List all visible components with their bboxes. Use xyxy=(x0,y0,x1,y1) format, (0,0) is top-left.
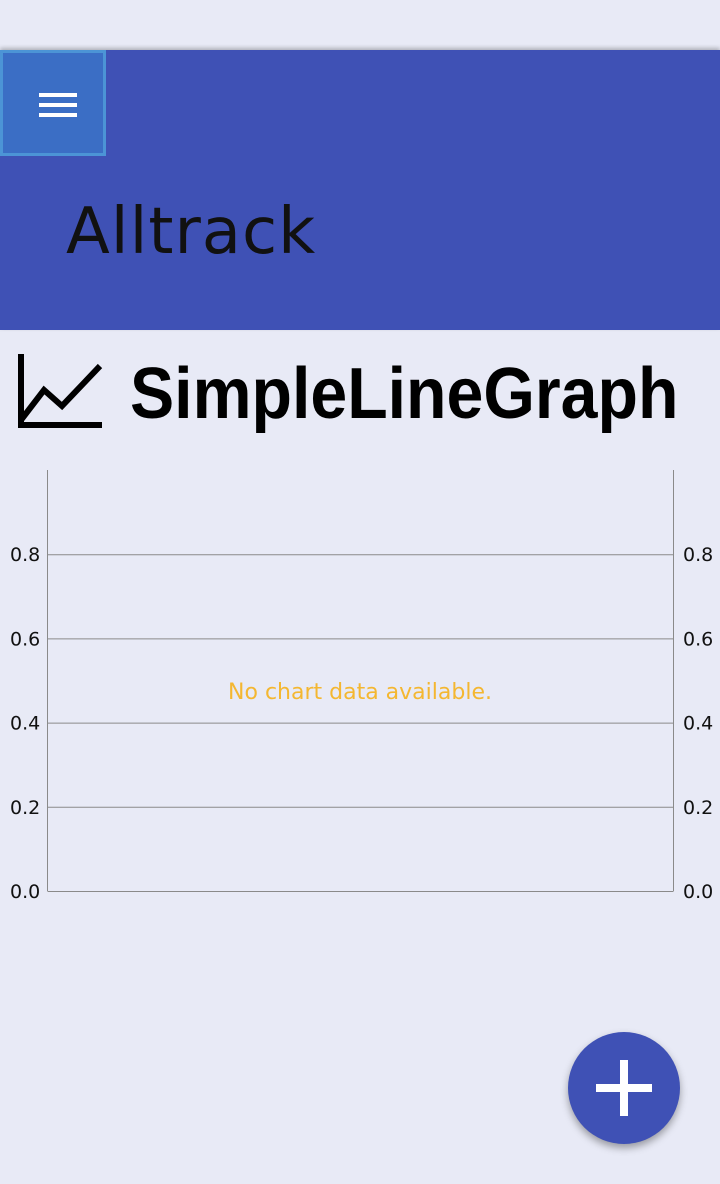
y-tick-label-left: 0.0 xyxy=(10,881,40,903)
no-data-message: No chart data available. xyxy=(228,680,492,705)
left-tick-labels: 0.0 0.2 0.4 0.6 0.8 xyxy=(10,544,40,903)
line-chart: 0.0 0.2 0.4 0.6 0.8 0.0 0.2 0.4 0.6 0.8 No chart… xyxy=(10,470,713,903)
y-tick-label-left: 0.4 xyxy=(10,713,40,735)
y-tick-label-left: 0.8 xyxy=(10,544,40,566)
graph-header: SimpleLineGraph xyxy=(16,348,716,448)
app-bar: Alltrack xyxy=(0,50,720,330)
line-chart-icon xyxy=(18,354,103,428)
y-tick-label-left: 0.2 xyxy=(10,797,40,819)
y-tick-label-right: 0.8 xyxy=(683,544,713,566)
graph-title: SimpleLineGraph xyxy=(130,354,679,434)
app-title: Alltrack xyxy=(66,195,317,269)
y-tick-label-right: 0.6 xyxy=(683,628,713,650)
grid-lines xyxy=(47,554,674,892)
y-tick-label-right: 0.4 xyxy=(683,713,713,735)
add-button[interactable] xyxy=(568,1032,680,1144)
menu-button[interactable] xyxy=(0,50,106,156)
y-tick-label-right: 0.0 xyxy=(683,881,713,903)
status-bar xyxy=(0,0,720,50)
y-tick-label-left: 0.6 xyxy=(10,628,40,650)
y-tick-label-right: 0.2 xyxy=(683,797,713,819)
plus-icon xyxy=(596,1060,652,1116)
right-tick-labels: 0.0 0.2 0.4 0.6 0.8 xyxy=(683,544,713,903)
hamburger-menu-icon xyxy=(39,93,77,117)
